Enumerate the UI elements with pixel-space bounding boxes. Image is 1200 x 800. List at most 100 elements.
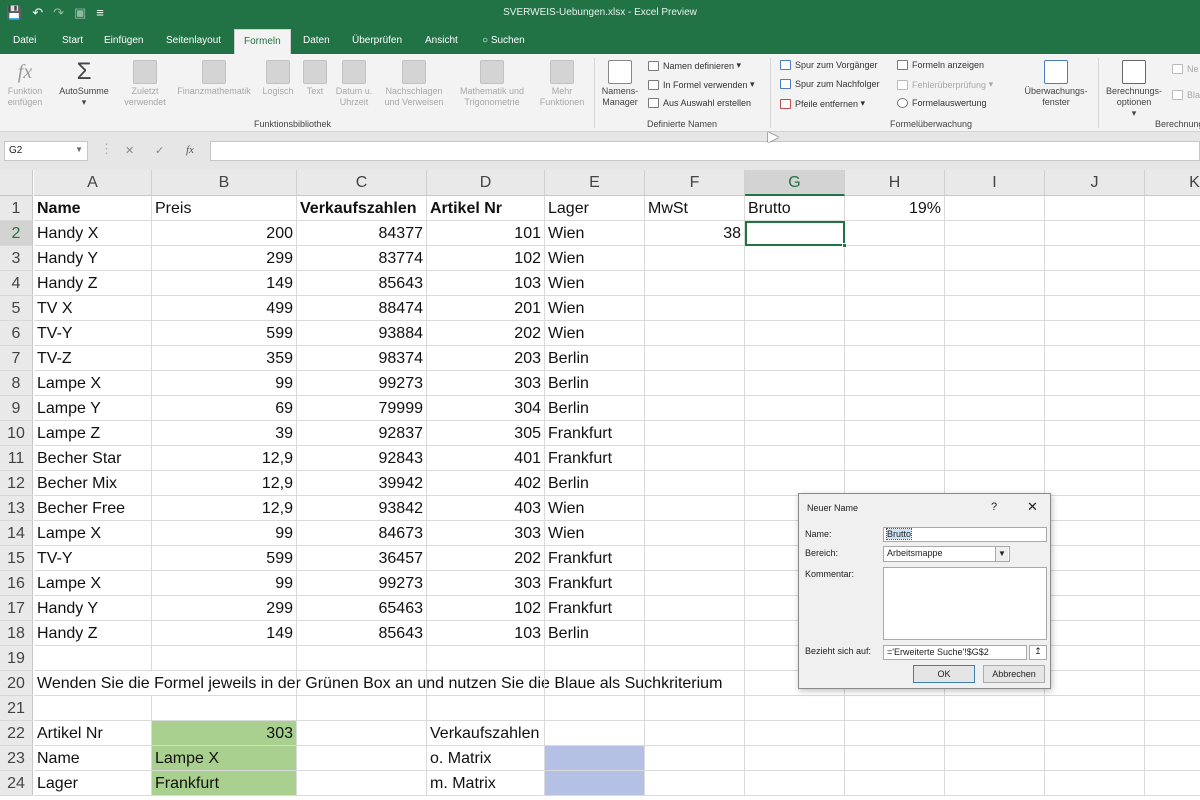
- cell-k2[interactable]: [1145, 221, 1200, 246]
- define-name-button[interactable]: Namen definieren ▾: [648, 60, 741, 71]
- cell-d10[interactable]: 305: [427, 421, 545, 446]
- row-header[interactable]: 17: [0, 596, 33, 621]
- cell-b10[interactable]: 39: [152, 421, 297, 446]
- cell-e19[interactable]: [545, 646, 645, 671]
- column-header-c[interactable]: C: [297, 170, 427, 196]
- row-header[interactable]: 9: [0, 396, 33, 421]
- row-header[interactable]: 4: [0, 271, 33, 296]
- cell-e1[interactable]: Lager: [545, 196, 645, 221]
- row-header[interactable]: 11: [0, 446, 33, 471]
- cell-g6[interactable]: [745, 321, 845, 346]
- cell-b24[interactable]: Frankfurt: [152, 771, 297, 796]
- row-header[interactable]: 6: [0, 321, 33, 346]
- cell-a8[interactable]: Lampe X: [34, 371, 152, 396]
- cell-i21[interactable]: [945, 696, 1045, 721]
- cell-a21[interactable]: [34, 696, 152, 721]
- remove-arrows-button[interactable]: Pfeile entfernen ▾: [780, 98, 865, 109]
- cell-b23[interactable]: Lampe X: [152, 746, 297, 771]
- trace-dependents-button[interactable]: Spur zum Nachfolger: [780, 79, 880, 89]
- cell-k13[interactable]: [1145, 496, 1200, 521]
- cell-i5[interactable]: [945, 296, 1045, 321]
- cell-j24[interactable]: [1045, 771, 1145, 796]
- cell-d23[interactable]: o. Matrix: [427, 746, 545, 771]
- cell-j4[interactable]: [1045, 271, 1145, 296]
- cell-h21[interactable]: [845, 696, 945, 721]
- cell-f18[interactable]: [645, 621, 745, 646]
- cell-a9[interactable]: Lampe Y: [34, 396, 152, 421]
- cell-e6[interactable]: Wien: [545, 321, 645, 346]
- ok-button[interactable]: OK: [913, 665, 975, 683]
- close-icon[interactable]: ✕: [1027, 499, 1038, 515]
- cell-a11[interactable]: Becher Star: [34, 446, 152, 471]
- cell-c11[interactable]: 92843: [297, 446, 427, 471]
- cell-b18[interactable]: 149: [152, 621, 297, 646]
- cell-a13[interactable]: Becher Free: [34, 496, 152, 521]
- cell-d19[interactable]: [427, 646, 545, 671]
- cell-e3[interactable]: Wien: [545, 246, 645, 271]
- cell-e18[interactable]: Berlin: [545, 621, 645, 646]
- cell-j20[interactable]: [1045, 671, 1145, 696]
- tab-ueberpruefen[interactable]: Überprüfen: [352, 35, 402, 46]
- cell-a15[interactable]: TV-Y: [34, 546, 152, 571]
- cell-f11[interactable]: [645, 446, 745, 471]
- date-time-button[interactable]: Datum u. Uhrzeit: [332, 60, 376, 108]
- cell-k21[interactable]: [1145, 696, 1200, 721]
- cell-f1[interactable]: MwSt: [645, 196, 745, 221]
- cell-h7[interactable]: [845, 346, 945, 371]
- cell-f4[interactable]: [645, 271, 745, 296]
- cell-c4[interactable]: 85643: [297, 271, 427, 296]
- cell-k7[interactable]: [1145, 346, 1200, 371]
- error-checking-button[interactable]: Fehlerüberprüfung ▾: [897, 79, 993, 90]
- cell-b4[interactable]: 149: [152, 271, 297, 296]
- cell-f9[interactable]: [645, 396, 745, 421]
- cell-b12[interactable]: 12,9: [152, 471, 297, 496]
- cell-a17[interactable]: Handy Y: [34, 596, 152, 621]
- cell-c12[interactable]: 39942: [297, 471, 427, 496]
- collapse-dialog-icon[interactable]: ↥: [1029, 645, 1047, 660]
- name-manager-button[interactable]: Namens-Manager: [598, 60, 642, 108]
- cell-d21[interactable]: [427, 696, 545, 721]
- cell-b7[interactable]: 359: [152, 346, 297, 371]
- cell-k15[interactable]: [1145, 546, 1200, 571]
- cell-k6[interactable]: [1145, 321, 1200, 346]
- cell-h4[interactable]: [845, 271, 945, 296]
- cell-g5[interactable]: [745, 296, 845, 321]
- fill-handle[interactable]: [842, 243, 847, 248]
- cell-h10[interactable]: [845, 421, 945, 446]
- cell-a18[interactable]: Handy Z: [34, 621, 152, 646]
- calculate-sheet-button[interactable]: Bla: [1172, 90, 1200, 100]
- cell-k3[interactable]: [1145, 246, 1200, 271]
- name-box[interactable]: G2 ▼: [4, 141, 88, 161]
- row-header[interactable]: 2: [0, 221, 33, 246]
- cell-b17[interactable]: 299: [152, 596, 297, 621]
- cell-a23[interactable]: Name: [34, 746, 152, 771]
- cell-h3[interactable]: [845, 246, 945, 271]
- cell-j12[interactable]: [1045, 471, 1145, 496]
- cell-b9[interactable]: 69: [152, 396, 297, 421]
- cell-c10[interactable]: 92837: [297, 421, 427, 446]
- cell-c15[interactable]: 36457: [297, 546, 427, 571]
- cell-e20[interactable]: [545, 671, 645, 696]
- cell-e16[interactable]: Frankfurt: [545, 571, 645, 596]
- cell-j2[interactable]: [1045, 221, 1145, 246]
- cell-d9[interactable]: 304: [427, 396, 545, 421]
- row-header[interactable]: 8: [0, 371, 33, 396]
- row-header[interactable]: 21: [0, 696, 33, 721]
- cell-h8[interactable]: [845, 371, 945, 396]
- cell-a22[interactable]: Artikel Nr: [34, 721, 152, 746]
- cell-k5[interactable]: [1145, 296, 1200, 321]
- cell-e11[interactable]: Frankfurt: [545, 446, 645, 471]
- cell-b19[interactable]: [152, 646, 297, 671]
- tab-einfuegen[interactable]: Einfügen: [104, 35, 143, 46]
- cell-e23[interactable]: [545, 746, 645, 771]
- comment-field[interactable]: [883, 567, 1047, 640]
- cell-g23[interactable]: [745, 746, 845, 771]
- cell-c21[interactable]: [297, 696, 427, 721]
- cell-e5[interactable]: Wien: [545, 296, 645, 321]
- column-header-k[interactable]: K: [1145, 170, 1200, 196]
- cell-g3[interactable]: [745, 246, 845, 271]
- cell-a10[interactable]: Lampe Z: [34, 421, 152, 446]
- cell-a16[interactable]: Lampe X: [34, 571, 152, 596]
- cell-f7[interactable]: [645, 346, 745, 371]
- row-header[interactable]: 14: [0, 521, 33, 546]
